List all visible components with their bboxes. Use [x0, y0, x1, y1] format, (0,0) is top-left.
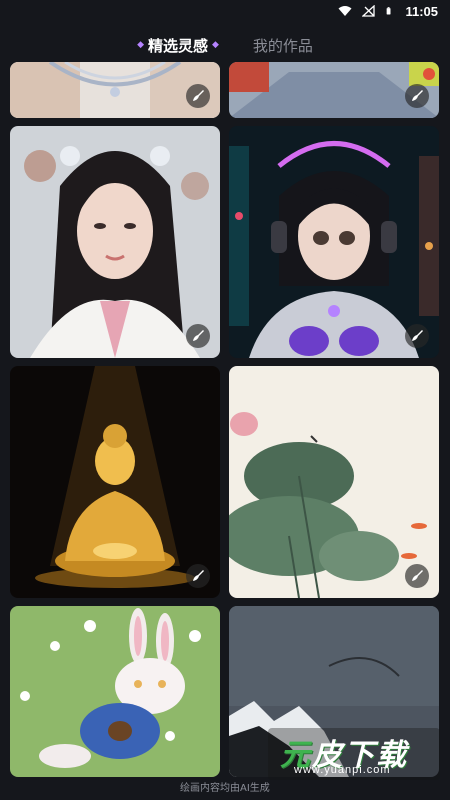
tab-featured-inspiration[interactable]: ◆ 精选灵感 ◆	[137, 35, 219, 56]
tab-my-works-label: 我的作品	[252, 36, 313, 55]
ai-brush-badge[interactable]	[186, 564, 210, 588]
ai-brush-badge[interactable]	[405, 564, 429, 588]
ai-brush-icon	[193, 330, 204, 341]
ai-brush-icon	[193, 90, 204, 101]
battery-icon	[387, 7, 391, 15]
inspiration-card[interactable]	[229, 126, 439, 358]
ai-brush-badge[interactable]	[186, 324, 210, 348]
sparkle-left-icon: ◆	[137, 40, 144, 50]
tab-featured-label: 精选灵感	[147, 36, 208, 55]
status-time: 11:05	[405, 3, 438, 19]
inspiration-card[interactable]	[10, 126, 220, 358]
sparkle-right-icon: ◆	[212, 40, 219, 50]
tab-my-works[interactable]: 我的作品	[253, 35, 313, 56]
cyberpunk-android-artwork	[229, 126, 439, 358]
ai-brush-icon	[193, 570, 204, 581]
inspiration-card[interactable]	[229, 366, 439, 598]
ai-brush-badge[interactable]	[405, 324, 429, 348]
inspiration-card[interactable]	[10, 606, 220, 777]
ai-generated-note: 绘画内容均由AI生成	[180, 783, 270, 794]
no-signal-icon	[362, 5, 376, 17]
inspiration-grid[interactable]	[10, 62, 440, 777]
ai-brush-icon	[412, 330, 423, 341]
hanfu-portrait-artwork	[10, 126, 220, 358]
inspiration-card[interactable]	[10, 62, 220, 118]
watermark-logo: 元皮下载 www.yuanpi.com	[268, 728, 440, 780]
tab-bar: ◆ 精选灵感 ◆ 我的作品	[0, 28, 450, 62]
inspiration-card[interactable]	[229, 62, 439, 118]
lotus-ink-artwork	[229, 366, 439, 598]
rabbit-artwork	[10, 606, 220, 777]
ai-brush-icon	[412, 570, 423, 581]
ai-brush-icon	[412, 90, 423, 101]
inspiration-card[interactable]	[10, 366, 220, 598]
ai-brush-badge[interactable]	[186, 84, 210, 108]
watermark-url: www.yuanpi.com	[294, 764, 391, 776]
status-bar: 11:05	[0, 0, 450, 22]
golden-buddha-artwork	[10, 366, 220, 598]
ai-brush-badge[interactable]	[405, 84, 429, 108]
wifi-icon	[338, 6, 352, 16]
